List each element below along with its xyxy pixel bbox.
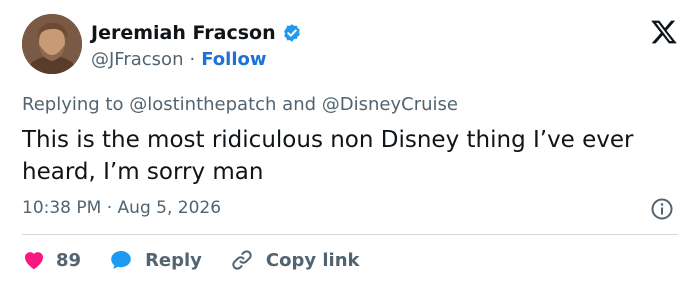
follow-button[interactable]: Follow: [201, 49, 266, 70]
author-handle[interactable]: @JFracson: [91, 49, 183, 70]
speech-bubble-icon: [111, 251, 131, 269]
avatar-image: [22, 14, 82, 74]
mention-lostinthepatch[interactable]: @lostinthepatch: [129, 94, 276, 115]
like-count: 89: [56, 249, 82, 271]
tweet-text: This is the most ridiculous non Disney t…: [22, 127, 634, 185]
info-icon[interactable]: [650, 197, 674, 221]
author-handle-row: @JFracson · Follow: [91, 49, 267, 70]
action-bar: 89 Reply Copy link: [22, 247, 388, 273]
timestamp-separator: ·: [106, 198, 113, 218]
divider: [22, 234, 678, 235]
replying-to-prefix: Replying to: [22, 94, 124, 115]
author-name-row: Jeremiah Fracson: [91, 22, 302, 44]
reply-button[interactable]: Reply: [109, 248, 202, 272]
link-icon: [232, 250, 252, 270]
handle-separator: ·: [189, 49, 196, 70]
author-display-name[interactable]: Jeremiah Fracson: [91, 22, 276, 44]
tweet-timestamp[interactable]: 10:38 PM · Aug 5, 2026: [22, 198, 221, 218]
verified-badge-icon: [283, 24, 300, 42]
copy-link-label: Copy link: [265, 249, 360, 271]
replying-to-line: Replying to @lostinthepatch and @DisneyC…: [22, 94, 458, 115]
tweet-time: 10:38 PM: [22, 198, 102, 218]
tweet-card: Jeremiah Fracson @JFracson · Follow Repl…: [0, 0, 700, 287]
replying-to-conjunction: and: [282, 94, 317, 115]
tweet-date: Aug 5, 2026: [117, 198, 222, 218]
heart-icon: [25, 252, 43, 270]
like-button[interactable]: 89: [22, 248, 81, 272]
reply-label: Reply: [145, 249, 202, 271]
copy-link-button[interactable]: Copy link: [230, 248, 360, 272]
mention-disneycruise[interactable]: @DisneyCruise: [322, 94, 458, 115]
avatar[interactable]: [22, 14, 82, 74]
x-logo-icon[interactable]: [650, 18, 678, 46]
